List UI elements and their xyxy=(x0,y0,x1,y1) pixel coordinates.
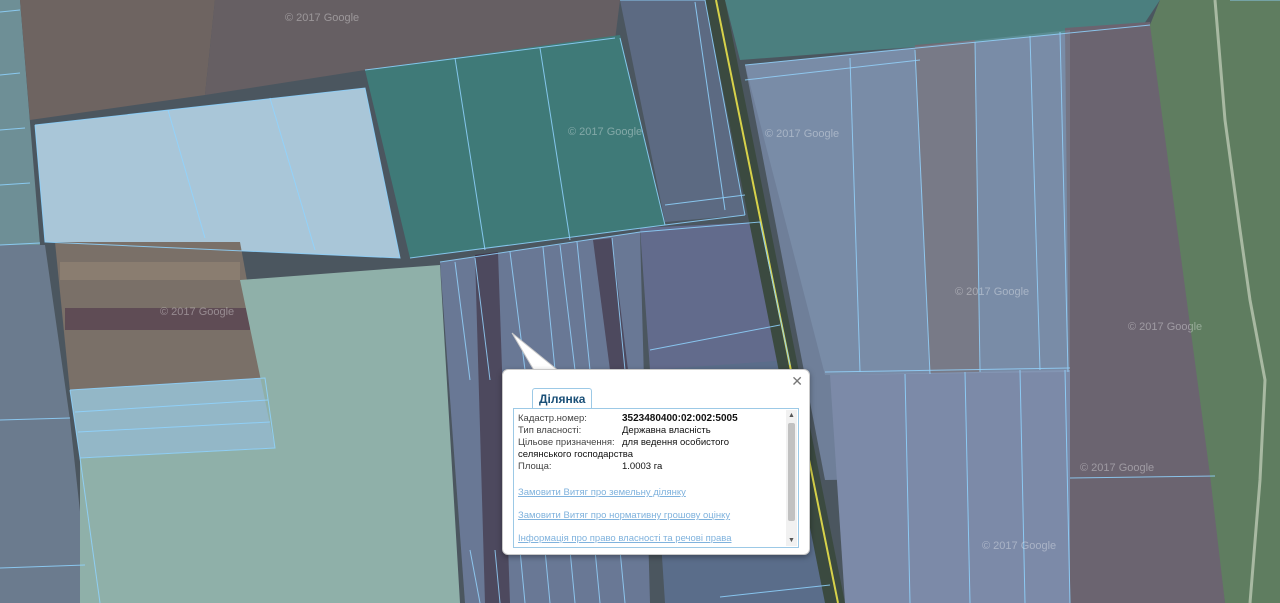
field-right-bottom xyxy=(830,370,1070,603)
area-value: 1.0003 га xyxy=(622,461,663,472)
parcel-info-popup: ✕ Ділянка Кадастр.номер: 3523480400:02:0… xyxy=(502,369,810,555)
purpose-label: Цільове призначення: xyxy=(518,437,615,448)
area-label: Площа: xyxy=(518,461,552,472)
scroll-up-arrow-icon[interactable]: ▲ xyxy=(786,410,797,421)
tab-parcel[interactable]: Ділянка xyxy=(532,388,593,409)
ownership-rights-info-link[interactable]: Інформація про право власності та речові… xyxy=(518,533,780,544)
map-watermark: © 2017 Google xyxy=(955,286,1030,298)
map-watermark: © 2017 Google xyxy=(1080,462,1155,474)
close-icon[interactable]: ✕ xyxy=(791,374,803,388)
map-watermark: © 2017 Google xyxy=(765,128,840,140)
order-valuation-extract-link[interactable]: Замовити Витяг про нормативну грошову оц… xyxy=(518,510,780,521)
map-watermark: © 2017 Google xyxy=(982,540,1057,552)
scroll-down-arrow-icon[interactable]: ▼ xyxy=(786,535,797,546)
panel-scrollbar[interactable]: ▲ ▼ xyxy=(786,410,797,546)
field-right-bottom-brown xyxy=(1070,476,1225,603)
field-light-stripe xyxy=(60,262,240,280)
map-watermark: © 2017 Google xyxy=(1128,321,1203,333)
field-narrow-strips xyxy=(70,378,275,458)
parcel-details-panel[interactable]: Кадастр.номер: 3523480400:02:002:5005 Ти… xyxy=(513,408,799,548)
field-teal-block xyxy=(365,35,665,258)
purpose-value-continued: селянського господарства xyxy=(518,449,634,460)
map-watermark: © 2017 Google xyxy=(160,306,235,318)
map-watermark: © 2017 Google xyxy=(568,126,643,138)
ownership-type-label: Тип власності: xyxy=(518,425,582,436)
cadastral-number-value: 3523480400:02:002:5005 xyxy=(622,413,738,424)
cadastral-number-label: Кадастр.номер: xyxy=(518,413,587,424)
map-watermark: © 2017 Google xyxy=(285,12,360,24)
ownership-type-value: Державна власність xyxy=(622,425,711,436)
purpose-value: для ведення особистого xyxy=(622,437,729,448)
order-parcel-extract-link[interactable]: Замовити Витяг про земельну ділянку xyxy=(518,487,780,498)
scrollbar-thumb[interactable] xyxy=(788,423,795,521)
